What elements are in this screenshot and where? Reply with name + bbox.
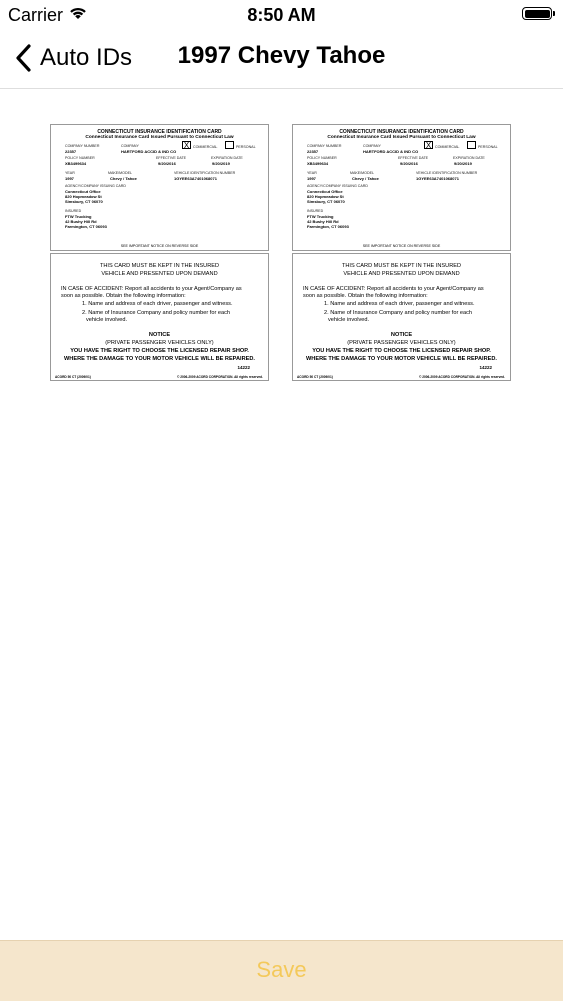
copyright: © 2006-2009 ACORD CORPORATION. All right… [418, 375, 505, 379]
policy-number: XB3499634 [307, 161, 329, 166]
personal-label: PERSONAL [236, 145, 256, 149]
policy-number-label: POLICY NUMBER [307, 156, 337, 160]
accident-line-2: soon as possible. Obtain the following i… [61, 293, 186, 299]
keep-card-line-1: THIS CARD MUST BE KEPT IN THE INSURED [99, 263, 220, 269]
form-number: ACORD 50 CT (2009/01) [297, 375, 333, 379]
company-name: HARTFORD ACCID & IND CO [363, 149, 419, 154]
commercial-label: COMMERCIAL [193, 145, 218, 149]
card-back: THIS CARD MUST BE KEPT IN THE INSURED VE… [292, 253, 511, 381]
company-number-label: COMPANY NUMBER [65, 144, 100, 148]
status-bar: Carrier 8:50 AM [0, 0, 563, 30]
vin-label: VEHICLE IDENTIFICATION NUMBER [416, 171, 478, 175]
form-number: ACORD 50 CT (2009/01) [55, 375, 91, 379]
accident-item-2b: vehicle involved. [328, 317, 370, 323]
save-bar: Save [0, 940, 563, 1001]
notice-private: (PRIVATE PASSENGER VEHICLES ONLY) [347, 340, 456, 346]
vin: 1GYEE63A7401068071 [174, 176, 217, 181]
card-front: CONNECTICUT INSURANCE IDENTIFICATION CAR… [50, 124, 269, 251]
effective-date: 9/20/2016 [400, 161, 418, 166]
insured-line-3: Farmington, CT 06093 [65, 224, 107, 229]
notice-heading: NOTICE [390, 332, 413, 338]
save-button[interactable]: Save [0, 957, 563, 983]
accident-line-1: IN CASE OF ACCIDENT: Report all accident… [303, 286, 484, 292]
copyright: © 2006-2009 ACORD CORPORATION. All right… [176, 375, 263, 379]
accident-item-1: 1. Name and address of each driver, pass… [82, 301, 233, 307]
card-front-footer: SEE IMPORTANT NOTICE ON REVERSE SIDE [120, 244, 199, 248]
battery-icon [522, 7, 555, 20]
make-model: Chevy / Tahoe [110, 176, 137, 181]
company-label: COMPANY [121, 144, 139, 148]
insurance-card-image[interactable]: CONNECTICUT INSURANCE IDENTIFICATION CAR… [292, 124, 511, 381]
insured-label: INSURED [65, 209, 82, 213]
insurance-card-image[interactable]: CONNECTICUT INSURANCE IDENTIFICATION CAR… [50, 124, 269, 381]
expiration-date: 9/20/2019 [212, 161, 230, 166]
expiration-date: 9/20/2019 [454, 161, 472, 166]
card-code: 14222 [237, 365, 250, 370]
personal-checkbox [225, 141, 234, 149]
notice-right-1: YOU HAVE THE RIGHT TO CHOOSE THE LICENSE… [70, 348, 249, 354]
agency-line-3: Simsbury, CT 06070 [307, 199, 345, 204]
insured-label: INSURED [307, 209, 324, 213]
personal-label: PERSONAL [478, 145, 498, 149]
effective-date-label: EFFECTIVE DATE [156, 156, 187, 160]
policy-number-label: POLICY NUMBER [65, 156, 95, 160]
policy-number: XB3499634 [65, 161, 87, 166]
company-number: 22357 [65, 149, 77, 154]
card-subtitle: Connecticut Insurance Card Issued Pursua… [327, 135, 476, 140]
status-time: 8:50 AM [247, 5, 316, 25]
commercial-checkbox: X [424, 141, 433, 150]
navigation-bar: Auto IDs 1997 Chevy Tahoe [0, 30, 563, 89]
effective-date: 9/20/2016 [158, 161, 176, 166]
card-code: 14222 [479, 365, 492, 370]
company-label: COMPANY [363, 144, 381, 148]
accident-item-1: 1. Name and address of each driver, pass… [324, 301, 475, 307]
card-front-footer: SEE IMPORTANT NOTICE ON REVERSE SIDE [362, 244, 441, 248]
back-button-label: Auto IDs [40, 44, 133, 71]
company-number-label: COMPANY NUMBER [307, 144, 342, 148]
agency-label: AGENCY/COMPANY ISSUING CARD [307, 184, 368, 188]
expiration-date-label: EXPIRATION DATE [453, 156, 485, 160]
company-number: 22357 [307, 149, 319, 154]
card-front: CONNECTICUT INSURANCE IDENTIFICATION CAR… [292, 124, 511, 251]
notice-right-1: YOU HAVE THE RIGHT TO CHOOSE THE LICENSE… [312, 348, 491, 354]
agency-line-3: Simsbury, CT 06070 [65, 199, 103, 204]
agency-label: AGENCY/COMPANY ISSUING CARD [65, 184, 126, 188]
card-subtitle: Connecticut Insurance Card Issued Pursua… [85, 135, 234, 140]
keep-card-line-2: VEHICLE AND PRESENTED UPON DEMAND [343, 271, 460, 277]
notice-heading: NOTICE [148, 332, 171, 338]
notice-private: (PRIVATE PASSENGER VEHICLES ONLY) [105, 340, 214, 346]
effective-date-label: EFFECTIVE DATE [398, 156, 429, 160]
company-name: HARTFORD ACCID & IND CO [121, 149, 177, 154]
keep-card-line-2: VEHICLE AND PRESENTED UPON DEMAND [101, 271, 218, 277]
notice-right-2: WHERE THE DAMAGE TO YOUR MOTOR VEHICLE W… [306, 356, 497, 362]
accident-item-2a: 2. Name of Insurance Company and policy … [82, 310, 231, 316]
accident-item-2a: 2. Name of Insurance Company and policy … [324, 310, 473, 316]
vehicle-year: 1997 [307, 176, 316, 181]
commercial-checkbox: X [182, 141, 191, 150]
commercial-label: COMMERCIAL [435, 145, 460, 149]
vin: 1GYEE63A7401068071 [416, 176, 459, 181]
vin-label: VEHICLE IDENTIFICATION NUMBER [174, 171, 236, 175]
accident-line-1: IN CASE OF ACCIDENT: Report all accident… [61, 286, 242, 292]
page-title: 1997 Chevy Tahoe [177, 42, 386, 69]
keep-card-line-1: THIS CARD MUST BE KEPT IN THE INSURED [341, 263, 462, 269]
back-button[interactable]: Auto IDs [14, 40, 132, 76]
make-model: Chevy / Tahoe [352, 176, 379, 181]
year-label: YEAR [307, 171, 317, 175]
expiration-date-label: EXPIRATION DATE [211, 156, 243, 160]
notice-right-2: WHERE THE DAMAGE TO YOUR MOTOR VEHICLE W… [64, 356, 255, 362]
accident-line-2: soon as possible. Obtain the following i… [303, 293, 428, 299]
insured-line-3: Farmington, CT 06093 [307, 224, 349, 229]
personal-checkbox [467, 141, 476, 149]
card-back: THIS CARD MUST BE KEPT IN THE INSURED VE… [50, 253, 269, 381]
year-label: YEAR [65, 171, 75, 175]
make-model-label: MAKE/MODEL [108, 171, 132, 175]
make-model-label: MAKE/MODEL [350, 171, 374, 175]
vehicle-year: 1997 [65, 176, 74, 181]
chevron-left-icon [16, 44, 31, 72]
accident-item-2b: vehicle involved. [86, 317, 128, 323]
